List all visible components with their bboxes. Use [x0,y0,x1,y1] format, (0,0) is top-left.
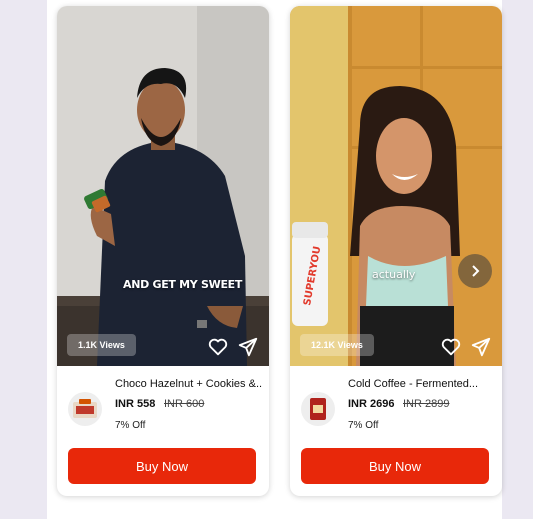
video-caption: actually [372,268,416,281]
product-mrp: INR 2899 [403,398,450,410]
heart-icon[interactable] [440,336,462,358]
chevron-right-icon [468,264,482,278]
product-video-card[interactable]: SUPERYOU actually 12.1K Views Cold Coffe… [290,6,502,496]
product-price: INR 558 [115,398,156,410]
video-frame [57,6,269,366]
discount-text: 7% Off [115,420,146,431]
product-price: INR 2696 [348,398,395,410]
product-mrp: INR 600 [164,398,205,410]
video-player[interactable]: AND GET MY SWEET 1.1K Views [57,6,269,366]
discount-text: 7% Off [348,420,379,431]
buy-now-button[interactable]: Buy Now [301,448,489,484]
views-badge: 12.1K Views [300,334,374,356]
product-thumbnail[interactable] [68,392,102,426]
video-caption: AND GET MY SWEET [123,278,243,291]
product-thumbnail[interactable] [301,392,335,426]
product-name[interactable]: Choco Hazelnut + Cookies &... [115,378,263,390]
video-player[interactable]: SUPERYOU actually 12.1K Views [290,6,502,366]
product-info: Cold Coffee - Fermented... INR 2696 INR … [290,366,502,496]
share-icon[interactable] [470,336,492,358]
share-icon[interactable] [237,336,259,358]
video-frame: SUPERYOU [290,6,502,366]
buy-now-button[interactable]: Buy Now [68,448,256,484]
product-info: Choco Hazelnut + Cookies &... INR 558 IN… [57,366,269,496]
views-badge: 1.1K Views [67,334,136,356]
heart-icon[interactable] [207,336,229,358]
product-name[interactable]: Cold Coffee - Fermented... [348,378,496,390]
product-video-card[interactable]: AND GET MY SWEET 1.1K Views Choco Hazeln… [57,6,269,496]
next-slide-button[interactable] [458,254,492,288]
